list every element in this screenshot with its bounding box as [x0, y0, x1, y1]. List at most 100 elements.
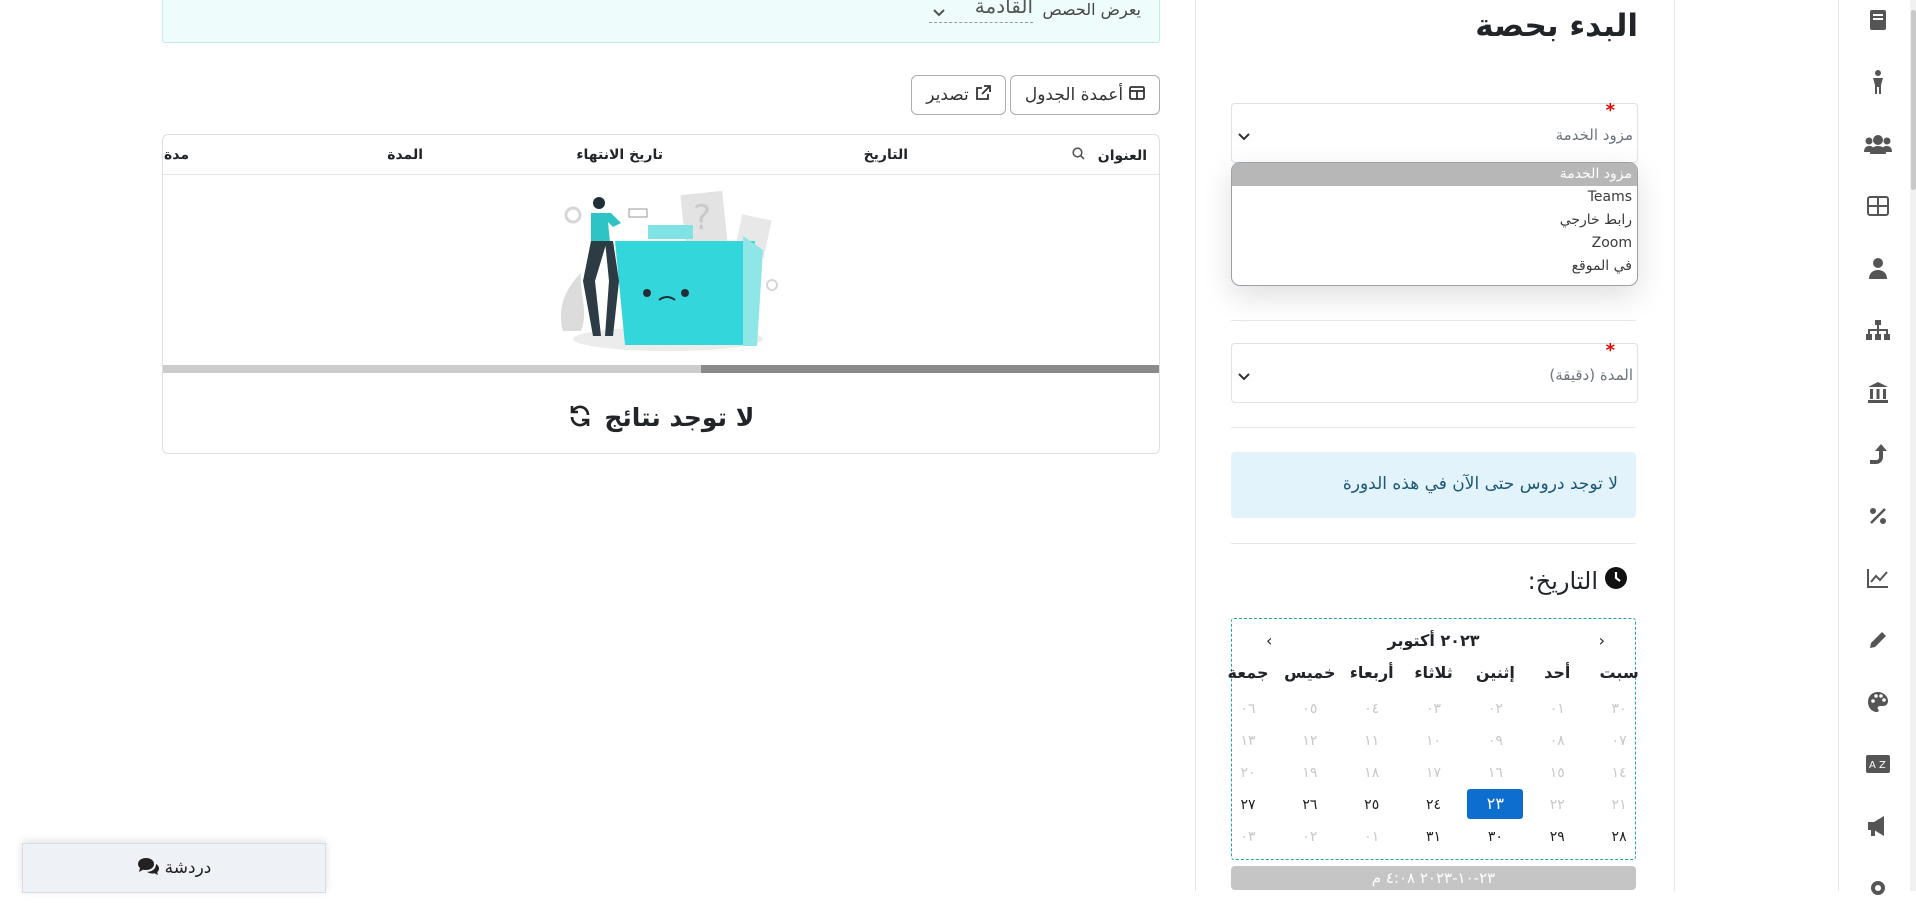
clock-icon	[1604, 566, 1628, 596]
calendar-day[interactable]: ١٥	[1526, 765, 1588, 781]
calendar-day[interactable]: ٢٩	[1526, 829, 1588, 845]
language-icon[interactable]: AZ	[1863, 749, 1893, 779]
empty-state-illustration: ?	[543, 181, 783, 361]
line-chart-icon[interactable]	[1863, 563, 1893, 593]
building-icon[interactable]	[1863, 377, 1893, 407]
calendar-day[interactable]: ٠٩	[1464, 733, 1526, 749]
calendar-day[interactable]: ١١	[1341, 733, 1403, 749]
weekday-label: خميس	[1284, 663, 1336, 682]
chat-widget-button[interactable]: دردشة	[22, 843, 326, 893]
svg-text:?: ?	[693, 198, 711, 238]
calendar-day[interactable]: ٢٠	[1217, 765, 1279, 781]
svg-text:A: A	[1869, 760, 1876, 771]
filter-label: يعرض الحصص	[1042, 0, 1141, 19]
calendar-next-button[interactable]: ›	[1266, 631, 1272, 650]
calendar-day[interactable]: ٠٦	[1217, 701, 1279, 717]
no-results-message: لا توجد نتائج	[163, 403, 1159, 434]
calendar-day[interactable]: ٢٧	[1217, 797, 1279, 819]
column-header-title[interactable]: العنوان	[1072, 147, 1147, 164]
calendar-day[interactable]: ٠٤	[1341, 701, 1403, 717]
calendar-day[interactable]: ١٩	[1279, 765, 1341, 781]
sitemap-icon[interactable]	[1863, 315, 1893, 345]
columns-button-label: أعمدة الجدول	[1024, 85, 1124, 105]
divider	[1231, 427, 1636, 428]
calendar-weekdays: سبت أحد إثنين ثلاثاء أربعاء خميس جمعة	[1217, 663, 1650, 682]
calendar-day-selected[interactable]: ٢٣	[1467, 789, 1524, 819]
sessions-filter-select[interactable]: القادمة	[929, 0, 1033, 23]
users-icon[interactable]	[1863, 129, 1893, 159]
calendar-day[interactable]: ٢٤	[1403, 797, 1465, 819]
calendar-day[interactable]: ١٨	[1341, 765, 1403, 781]
comments-icon	[137, 857, 159, 880]
calendar-day[interactable]: ٢٥	[1341, 797, 1403, 819]
provider-placeholder: مزود الخدمة	[1555, 126, 1633, 144]
arrow-up-icon[interactable]	[1863, 439, 1893, 469]
external-link-icon	[975, 84, 991, 106]
provider-option[interactable]: رابط خارجي	[1232, 209, 1637, 232]
calendar-day[interactable]: ١٧	[1403, 765, 1465, 781]
alert-text: لا توجد دروس حتى الآن في هذه الدورة	[1342, 474, 1618, 494]
person-icon[interactable]	[1863, 67, 1893, 97]
sidebar-scrollbar-thumb[interactable]	[1911, 10, 1916, 190]
calendar-day[interactable]: ٠٢	[1279, 829, 1341, 845]
calendar-day[interactable]: ٠٣	[1403, 701, 1465, 717]
calendar-day[interactable]: ٠٨	[1526, 733, 1588, 749]
calendar-week: ٢١ ٢٢ ٢٣ ٢٤ ٢٥ ٢٦ ٢٧	[1217, 789, 1650, 819]
start-session-panel: البدء بحصة * مزود الخدمة * المدة (دقيقة)…	[1195, 0, 1675, 891]
search-icon[interactable]	[1072, 147, 1085, 164]
megaphone-icon[interactable]	[1863, 811, 1893, 841]
calendar-day[interactable]: ١٠	[1403, 733, 1465, 749]
user-tie-icon[interactable]	[1863, 253, 1893, 283]
table-icon[interactable]	[1863, 191, 1893, 221]
date-picker-calendar[interactable]: ‹ ٢٠٢٣ أكتوبر › سبت أحد إثنين ثلاثاء أرب…	[1228, 618, 1639, 860]
column-header-duration[interactable]: المدة	[387, 147, 423, 163]
weekday-label: أحد	[1544, 663, 1571, 682]
provider-option[interactable]: في الموقع	[1232, 255, 1637, 278]
calendar-month-label: ٢٠٢٣ أكتوبر	[1387, 631, 1480, 650]
column-header-date[interactable]: التاريخ	[864, 147, 908, 163]
duration-select[interactable]: * المدة (دقيقة)	[1231, 340, 1638, 403]
calendar-day[interactable]: ٠٢	[1464, 701, 1526, 717]
percent-icon[interactable]	[1863, 501, 1893, 531]
chevron-down-icon	[933, 2, 945, 21]
calendar-day[interactable]: ١٤	[1588, 765, 1650, 781]
provider-select[interactable]: * مزود الخدمة	[1231, 100, 1638, 163]
calendar-day[interactable]: ٢٨	[1588, 829, 1650, 845]
calendar-day[interactable]: ٠٥	[1279, 701, 1341, 717]
gear-icon[interactable]	[1863, 873, 1893, 903]
calendar-day[interactable]: ٠١	[1526, 701, 1588, 717]
pencil-icon[interactable]	[1863, 625, 1893, 655]
calendar-day[interactable]: ٠٧	[1588, 733, 1650, 749]
calendar-week: ٣٠ ٠١ ٠٢ ٠٣ ٠٤ ٠٥ ٠٦	[1217, 701, 1650, 717]
table-columns-button[interactable]: أعمدة الجدول	[1010, 75, 1160, 115]
duration-placeholder: المدة (دقيقة)	[1549, 366, 1633, 384]
table-header: العنوان التاريخ تاريخ الانتهاء المدة مدة	[163, 135, 1159, 175]
chevron-down-icon	[1238, 126, 1250, 145]
column-header-end-date[interactable]: تاريخ الانتهاء	[576, 147, 663, 163]
calendar-day[interactable]: ٣٠	[1464, 829, 1526, 845]
calendar-day[interactable]: ٣٠	[1588, 701, 1650, 717]
calendar-day[interactable]: ١٣	[1217, 733, 1279, 749]
provider-option[interactable]: مزود الخدمة	[1232, 163, 1637, 186]
calendar-day[interactable]: ٠١	[1341, 829, 1403, 845]
svg-text:Z: Z	[1879, 760, 1886, 771]
book-icon[interactable]	[1863, 5, 1893, 35]
provider-option[interactable]: Teams	[1232, 186, 1637, 209]
calendar-day[interactable]: ٢١	[1588, 797, 1650, 819]
provider-option[interactable]: Zoom	[1232, 232, 1637, 255]
calendar-day[interactable]: ٣١	[1403, 829, 1465, 845]
column-header-partial[interactable]: مدة	[164, 147, 189, 163]
calendar-day[interactable]: ٠٣	[1217, 829, 1279, 845]
palette-icon[interactable]	[1863, 687, 1893, 717]
calendar-day[interactable]: ١٦	[1464, 765, 1526, 781]
calendar-day[interactable]: ٢٦	[1279, 797, 1341, 819]
export-button-label: تصدير	[926, 85, 969, 105]
sessions-filter-bar: يعرض الحصص القادمة	[162, 0, 1160, 43]
refresh-icon[interactable]	[568, 404, 592, 434]
calendar-day[interactable]: ١٢	[1279, 733, 1341, 749]
weekday-label: أربعاء	[1349, 663, 1394, 682]
export-button[interactable]: تصدير	[911, 75, 1006, 115]
calendar-week: ٢٨ ٢٩ ٣٠ ٣١ ٠١ ٠٢ ٠٣	[1217, 829, 1650, 845]
table-scrollbar-thumb[interactable]	[701, 365, 1159, 373]
calendar-day[interactable]: ٢٢	[1526, 797, 1588, 819]
